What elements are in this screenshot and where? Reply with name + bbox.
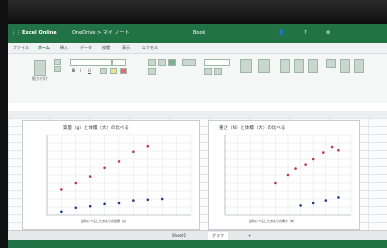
- chart-1-series-2-point: [160, 197, 164, 201]
- chart-1-series-2-point: [60, 210, 63, 214]
- sheet-tab-1[interactable]: Sheet1: [168, 232, 190, 239]
- chart-1[interactable]: 質量（g）と体積（大）の比べる ばねにつるしたおもりの質量（g）: [22, 120, 200, 230]
- chart-1-series-2-point: [103, 202, 106, 206]
- chart-2-series-1-point: [321, 151, 325, 154]
- chart-2[interactable]: 重さ（N）と体積（大）の比べる ばねにつるしたおもりの重さ（N）: [208, 120, 360, 230]
- chart-2-series-1-point: [294, 167, 297, 170]
- tab-excel[interactable]: エクセル: [142, 43, 158, 53]
- font-color-icon[interactable]: [120, 68, 127, 74]
- tab-insert[interactable]: 挿入: [60, 43, 68, 53]
- tab-file[interactable]: ファイル: [13, 43, 29, 53]
- font-name-dropdown[interactable]: [70, 59, 112, 66]
- chart-2-xlabel: ばねにつるしたおもりの重さ（N）: [249, 219, 297, 223]
- cut-icon[interactable]: [54, 59, 61, 65]
- chart-1-series-2-point: [88, 204, 92, 208]
- chart-1-series-2-point: [117, 201, 121, 205]
- app-launcher-icon[interactable]: ⋮⋮: [11, 24, 21, 43]
- chart-1-xlabel: ばねにつるしたおもりの質量（g）: [81, 219, 128, 223]
- insert-cells-icon[interactable]: [280, 59, 290, 73]
- screen-bezel-left: [0, 0, 8, 248]
- chart-1-series-1-point: [117, 160, 121, 163]
- copy-icon[interactable]: [54, 66, 61, 72]
- ribbon: ファイル ホーム 挿入 データ 校閲 表示 エクセル 貼り付け B I U: [8, 43, 387, 104]
- document-title: Book: [193, 30, 206, 36]
- chart-1-series-1-point: [74, 181, 78, 185]
- app-name[interactable]: Excel Online: [22, 24, 57, 43]
- font-size-dropdown[interactable]: [112, 59, 126, 66]
- paste-label: 貼り付け: [32, 76, 48, 81]
- bold-button[interactable]: B: [72, 68, 75, 73]
- chart-2-series-1-point: [337, 148, 340, 152]
- file-breadcrumb[interactable]: OneDrive > マイ ノート: [72, 24, 129, 43]
- chart-2-series-1-point: [304, 163, 307, 166]
- title-bar: ⋮⋮ Excel Online OneDrive > マイ ノート Book 👤…: [8, 24, 387, 43]
- chart-1-series-2-point: [146, 198, 150, 202]
- borders-icon[interactable]: [100, 68, 107, 74]
- percent-icon[interactable]: [204, 68, 212, 75]
- paste-icon[interactable]: [34, 60, 46, 76]
- chart-2-series-2-point: [337, 196, 340, 199]
- excel-window: ⋮⋮ Excel Online OneDrive > マイ ノート Book 👤…: [0, 0, 387, 248]
- sort-filter-icon[interactable]: [340, 59, 350, 73]
- align-right-icon[interactable]: [168, 59, 176, 66]
- chart-2-series-1-point: [330, 145, 334, 149]
- settings-icon[interactable]: ⚙: [326, 24, 330, 43]
- chart-1-series-1-point: [103, 166, 106, 170]
- format-as-table-icon[interactable]: [258, 59, 270, 73]
- chart-1-series-1-point: [60, 188, 63, 191]
- chart-1-series-2-point: [74, 206, 78, 210]
- chart-2-series-2-point: [311, 201, 315, 205]
- align-left-icon[interactable]: [148, 59, 156, 66]
- chart-1-plot: [46, 134, 192, 216]
- ribbon-tabs: ファイル ホーム 挿入 データ 校閲 表示 エクセル: [8, 43, 387, 54]
- find-icon[interactable]: [354, 59, 364, 73]
- format-cells-icon[interactable]: [308, 59, 318, 73]
- italic-button[interactable]: I: [80, 68, 81, 73]
- chart-2-series-1-point: [286, 173, 290, 177]
- fill-color-icon[interactable]: [110, 68, 117, 74]
- chart-1-series-2-point: [132, 199, 135, 202]
- tab-view[interactable]: 表示: [122, 43, 130, 53]
- align-center-icon[interactable]: [158, 59, 166, 66]
- wrap-text-icon[interactable]: [148, 68, 156, 75]
- help-icon[interactable]: ?: [304, 24, 307, 43]
- status-bar: [8, 240, 387, 248]
- chart-2-series-1-point: [274, 181, 277, 185]
- number-format-dropdown[interactable]: [204, 59, 230, 66]
- merge-center-icon[interactable]: [182, 59, 196, 66]
- chart-2-series-2-point: [324, 199, 328, 202]
- user-icon[interactable]: 👤: [278, 24, 284, 43]
- comma-icon[interactable]: [214, 68, 222, 75]
- chart-1-series-1-point: [132, 150, 135, 154]
- delete-cells-icon[interactable]: [294, 59, 304, 73]
- new-sheet-button[interactable]: +: [244, 232, 255, 239]
- chart-2-plot: [224, 134, 352, 216]
- chart-1-series-1-point: [88, 175, 92, 178]
- underline-button[interactable]: U: [88, 68, 91, 73]
- tab-home[interactable]: ホーム: [38, 43, 50, 53]
- chart-1-series-1-point: [146, 144, 150, 148]
- screen-bezel-top: [0, 0, 387, 24]
- tab-review[interactable]: 校閲: [102, 43, 110, 53]
- chart-2-series-1-point: [311, 157, 315, 161]
- chart-2-series-2-point: [299, 204, 302, 207]
- conditional-format-icon[interactable]: [240, 59, 252, 73]
- autosum-icon[interactable]: [326, 59, 336, 68]
- tab-data[interactable]: データ: [80, 43, 92, 53]
